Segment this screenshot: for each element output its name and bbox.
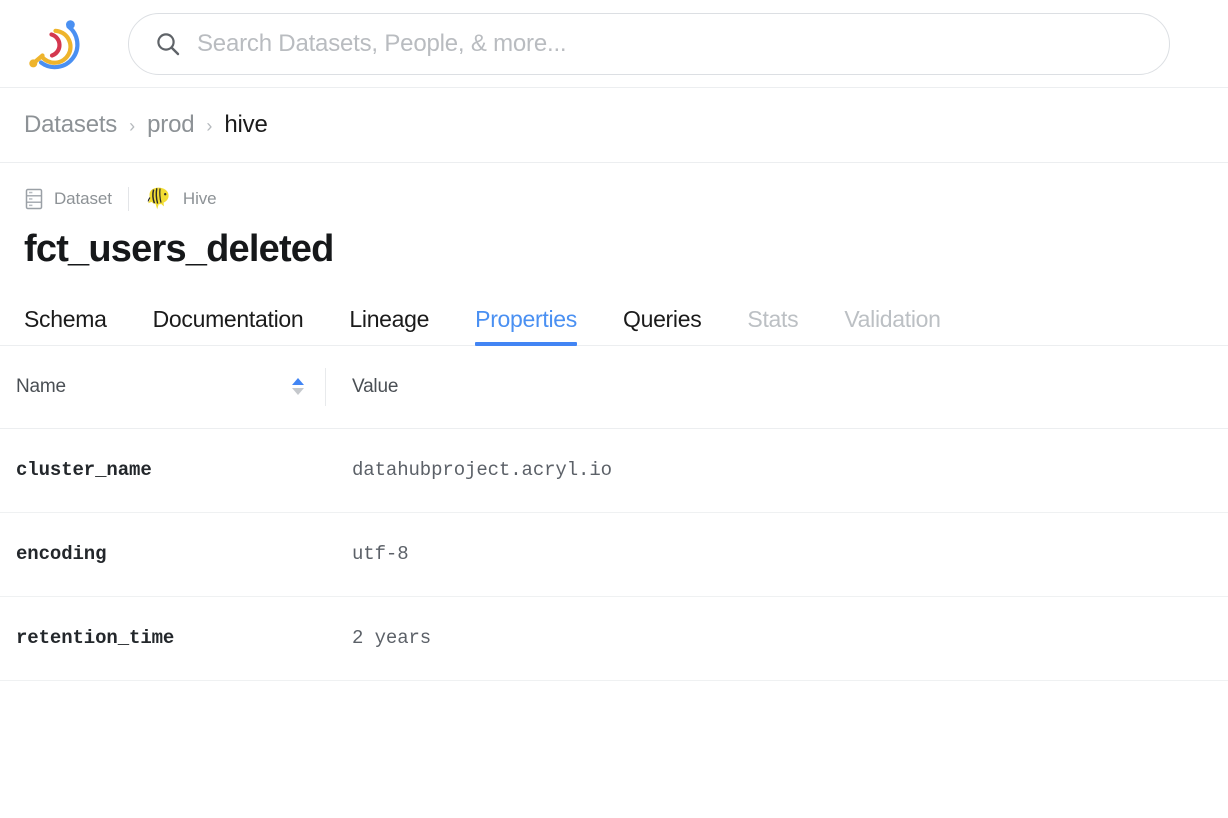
global-search-box[interactable] (128, 12, 1170, 75)
column-header-name[interactable]: Name (0, 367, 326, 406)
entity-meta-row: Dataset Hive (24, 185, 1204, 213)
table-row[interactable]: retention_time 2 years (0, 597, 1228, 681)
global-search-container (128, 12, 1170, 75)
hive-logo-icon (145, 186, 173, 212)
breadcrumb-separator-icon: › (129, 116, 136, 136)
column-header-value-label: Value (352, 375, 399, 397)
properties-table: Name Value cluster_name datahubproject.a… (0, 346, 1228, 681)
breadcrumb: Datasets › prod › hive (0, 88, 1228, 163)
sort-toggle-name[interactable] (291, 378, 305, 396)
search-input[interactable] (197, 29, 1143, 58)
tab-documentation[interactable]: Documentation (153, 306, 304, 345)
breadcrumb-item-prod[interactable]: prod (147, 111, 194, 139)
entity-header: Dataset Hive fct_users_deleted (0, 163, 1228, 271)
column-header-value[interactable]: Value (326, 376, 1228, 398)
tab-validation: Validation (844, 305, 941, 332)
table-row[interactable]: encoding utf-8 (0, 513, 1228, 597)
property-value-cell: utf-8 (352, 543, 409, 566)
table-row[interactable]: cluster_name datahubproject.acryl.io (0, 429, 1228, 513)
caret-down-icon (292, 388, 304, 396)
table-header-row: Name Value (0, 346, 1228, 429)
datahub-home-logo-link[interactable] (16, 14, 88, 74)
property-value-cell: 2 years (352, 627, 432, 650)
entity-tab-bar: Schema Documentation Lineage Properties … (0, 293, 1228, 346)
property-name-cell: encoding (16, 543, 107, 566)
page-title: fct_users_deleted (24, 228, 334, 270)
property-name-cell: retention_time (16, 627, 175, 650)
caret-up-icon (292, 378, 304, 386)
breadcrumb-separator-icon: › (206, 116, 213, 136)
property-name-cell: cluster_name (16, 459, 152, 482)
property-value-cell: datahubproject.acryl.io (352, 459, 612, 482)
dataset-icon (24, 188, 44, 210)
entity-type-label: Dataset (54, 189, 112, 208)
breadcrumb-item-hive[interactable]: hive (224, 111, 267, 139)
app-header (0, 0, 1228, 88)
search-icon (155, 31, 181, 57)
tab-properties[interactable]: Properties (475, 306, 577, 346)
column-header-name-label: Name (16, 375, 66, 397)
entity-meta-divider (127, 187, 129, 211)
tab-schema[interactable]: Schema (24, 306, 107, 345)
datahub-logo-icon (21, 15, 83, 73)
tab-lineage[interactable]: Lineage (349, 306, 429, 345)
breadcrumb-item-datasets[interactable]: Datasets (24, 111, 117, 139)
tab-queries[interactable]: Queries (623, 306, 702, 345)
tab-stats: Stats (747, 305, 799, 332)
platform-label: Hive (182, 189, 217, 208)
